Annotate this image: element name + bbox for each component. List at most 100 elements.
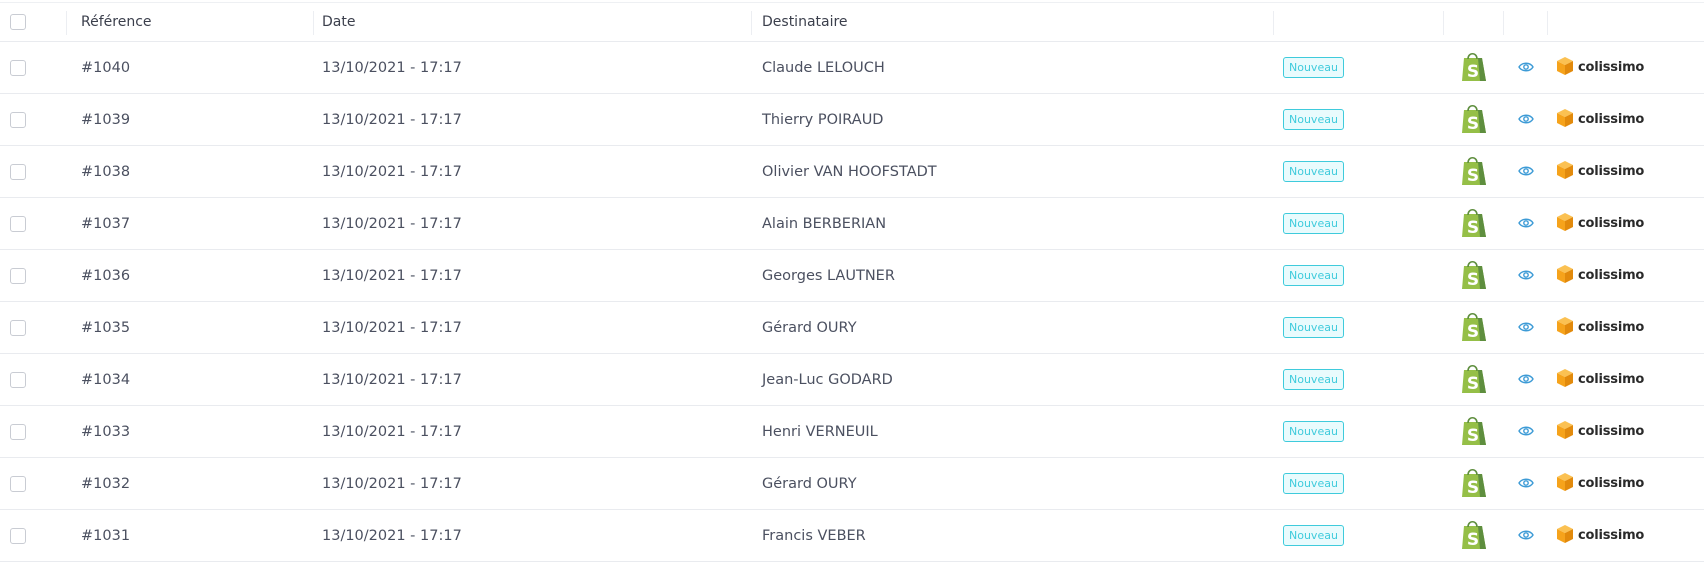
table-row[interactable]: #1038 13/10/2021 - 17:17 Olivier VAN HOO… xyxy=(0,146,1704,198)
status-badge: Nouveau xyxy=(1283,109,1344,130)
row-reference: #1032 xyxy=(81,475,131,492)
carrier-name: colissimo xyxy=(1578,372,1645,387)
table-row[interactable]: #1032 13/10/2021 - 17:17 Gérard OURY Nou… xyxy=(0,458,1704,510)
row-checkbox[interactable] xyxy=(10,163,26,180)
shopify-bag-icon: S xyxy=(1459,258,1489,294)
table-row[interactable]: #1035 13/10/2021 - 17:17 Gérard OURY Nou… xyxy=(0,302,1704,354)
carrier-name: colissimo xyxy=(1578,164,1645,179)
row-source-cell: S xyxy=(1444,250,1504,301)
eye-icon[interactable] xyxy=(1518,318,1534,337)
carrier-logo: colissimo xyxy=(1556,472,1644,496)
row-select-cell xyxy=(0,250,72,301)
row-status-cell: Nouveau xyxy=(1274,406,1444,457)
row-checkbox[interactable] xyxy=(10,59,26,76)
row-carrier-cell: colissimo xyxy=(1548,302,1704,353)
row-status-cell: Nouveau xyxy=(1274,42,1444,93)
shopify-bag-icon: S xyxy=(1459,206,1489,242)
row-date: 13/10/2021 - 17:17 xyxy=(322,163,462,180)
table-row[interactable]: #1040 13/10/2021 - 17:17 Claude LELOUCH … xyxy=(0,42,1704,94)
carrier-name: colissimo xyxy=(1578,60,1645,75)
eye-icon[interactable] xyxy=(1518,162,1534,181)
row-source-cell: S xyxy=(1444,146,1504,197)
carrier-logo: colissimo xyxy=(1556,212,1644,236)
row-select-cell xyxy=(0,458,72,509)
shopify-bag-icon: S xyxy=(1459,50,1489,86)
carrier-name: colissimo xyxy=(1578,320,1645,335)
table-row[interactable]: #1037 13/10/2021 - 17:17 Alain BERBERIAN… xyxy=(0,198,1704,250)
row-checkbox[interactable] xyxy=(10,423,26,440)
carrier-name: colissimo xyxy=(1578,216,1645,231)
row-checkbox[interactable] xyxy=(10,527,26,544)
colissimo-cube-icon xyxy=(1556,56,1574,80)
row-checkbox[interactable] xyxy=(10,267,26,284)
row-select-cell xyxy=(0,302,72,353)
row-checkbox[interactable] xyxy=(10,475,26,492)
row-source-cell: S xyxy=(1444,94,1504,145)
colissimo-cube-icon xyxy=(1556,368,1574,392)
row-date: 13/10/2021 - 17:17 xyxy=(322,423,462,440)
row-reference: #1036 xyxy=(81,267,131,284)
row-carrier-cell: colissimo xyxy=(1548,42,1704,93)
row-date: 13/10/2021 - 17:17 xyxy=(322,475,462,492)
header-separator xyxy=(1273,11,1274,35)
table-row[interactable]: #1034 13/10/2021 - 17:17 Jean-Luc GODARD… xyxy=(0,354,1704,406)
table-row[interactable]: #1039 13/10/2021 - 17:17 Thierry POIRAUD… xyxy=(0,94,1704,146)
select-all-cell xyxy=(0,3,72,41)
eye-icon[interactable] xyxy=(1518,266,1534,285)
row-recipient: Henri VERNEUIL xyxy=(762,423,878,440)
carrier-name: colissimo xyxy=(1578,112,1645,127)
eye-icon[interactable] xyxy=(1518,58,1534,77)
column-header-reference[interactable]: Référence xyxy=(72,3,314,41)
header-separator xyxy=(66,11,67,35)
row-checkbox[interactable] xyxy=(10,215,26,232)
colissimo-cube-icon xyxy=(1556,212,1574,236)
row-carrier-cell: colissimo xyxy=(1548,354,1704,405)
eye-icon[interactable] xyxy=(1518,526,1534,545)
row-status-cell: Nouveau xyxy=(1274,302,1444,353)
colissimo-cube-icon xyxy=(1556,472,1574,496)
row-checkbox[interactable] xyxy=(10,319,26,336)
row-carrier-cell: colissimo xyxy=(1548,198,1704,249)
row-source-cell: S xyxy=(1444,302,1504,353)
row-checkbox[interactable] xyxy=(10,111,26,128)
row-recipient: Jean-Luc GODARD xyxy=(762,371,893,388)
carrier-logo: colissimo xyxy=(1556,108,1644,132)
column-header-date[interactable]: Date xyxy=(314,3,752,41)
row-date: 13/10/2021 - 17:17 xyxy=(322,371,462,388)
shopify-bag-icon: S xyxy=(1459,310,1489,346)
eye-icon[interactable] xyxy=(1518,370,1534,389)
row-view-cell xyxy=(1504,146,1548,197)
row-carrier-cell: colissimo xyxy=(1548,94,1704,145)
row-select-cell xyxy=(0,42,72,93)
carrier-logo: colissimo xyxy=(1556,368,1644,392)
carrier-logo: colissimo xyxy=(1556,160,1644,184)
colissimo-cube-icon xyxy=(1556,108,1574,132)
row-reference: #1033 xyxy=(81,423,131,440)
table-row[interactable]: #1031 13/10/2021 - 17:17 Francis VEBER N… xyxy=(0,510,1704,562)
select-all-checkbox[interactable] xyxy=(10,14,26,30)
eye-icon[interactable] xyxy=(1518,474,1534,493)
colissimo-cube-icon xyxy=(1556,524,1574,548)
row-carrier-cell: colissimo xyxy=(1548,406,1704,457)
row-select-cell xyxy=(0,354,72,405)
row-view-cell xyxy=(1504,510,1548,561)
svg-text:S: S xyxy=(1467,62,1479,82)
eye-icon[interactable] xyxy=(1518,422,1534,441)
row-date: 13/10/2021 - 17:17 xyxy=(322,111,462,128)
table-row[interactable]: #1033 13/10/2021 - 17:17 Henri VERNEUIL … xyxy=(0,406,1704,458)
row-status-cell: Nouveau xyxy=(1274,146,1444,197)
shopify-bag-icon: S xyxy=(1459,466,1489,502)
eye-icon[interactable] xyxy=(1518,110,1534,129)
row-view-cell xyxy=(1504,198,1548,249)
row-checkbox[interactable] xyxy=(10,371,26,388)
column-header-recipient[interactable]: Destinataire xyxy=(752,3,1274,41)
table-row[interactable]: #1036 13/10/2021 - 17:17 Georges LAUTNER… xyxy=(0,250,1704,302)
row-source-cell: S xyxy=(1444,406,1504,457)
row-recipient: Claude LELOUCH xyxy=(762,59,885,76)
row-carrier-cell: colissimo xyxy=(1548,146,1704,197)
carrier-name: colissimo xyxy=(1578,528,1645,543)
eye-icon[interactable] xyxy=(1518,214,1534,233)
row-select-cell xyxy=(0,94,72,145)
shopify-bag-icon: S xyxy=(1459,362,1489,398)
row-reference: #1039 xyxy=(81,111,131,128)
